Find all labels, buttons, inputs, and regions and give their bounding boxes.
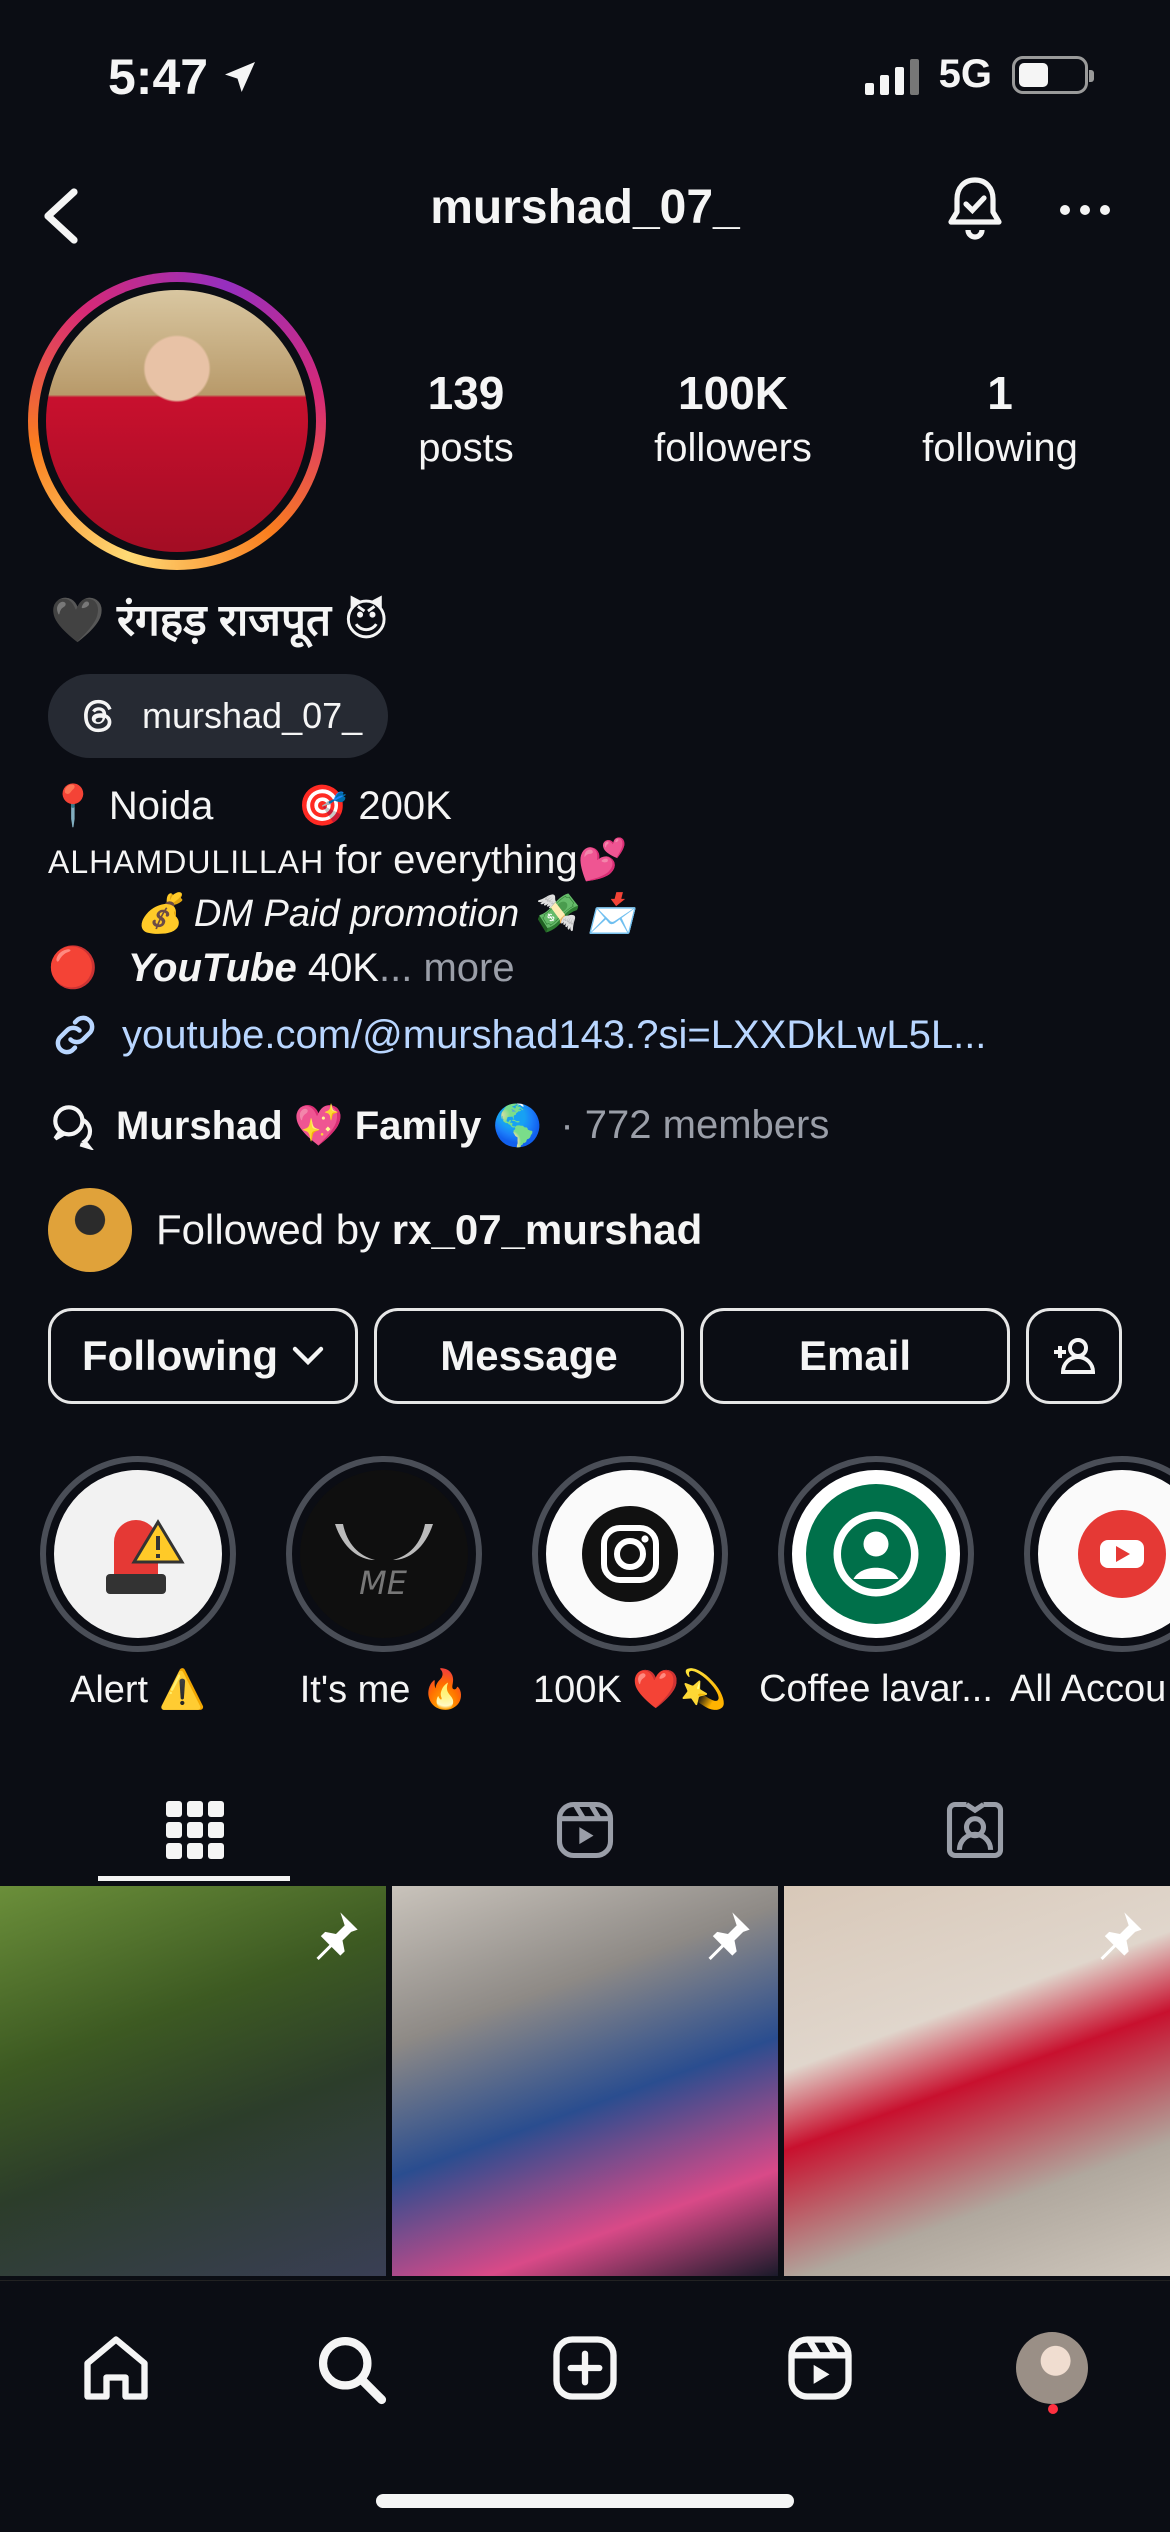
highlight-its-me[interactable]: ME It's me 🔥 [286,1456,482,1711]
network-label: 5G [938,52,992,96]
profile-avatar-small [1016,2332,1088,2404]
bio-caps-text: ALHAMDULILLAH [48,844,325,880]
nav-reels[interactable] [770,2318,870,2418]
chevron-down-icon [292,1346,324,1366]
bio-location-line: 📍 Noida 🎯 200K [48,780,452,832]
suggest-users-button[interactable] [1026,1308,1122,1404]
highlight-alert[interactable]: Alert ⚠️ [40,1456,236,1711]
pin-icon [316,1912,358,1960]
home-icon [84,2336,148,2400]
add-post-icon [553,2336,617,2400]
bell-check-icon [948,177,1002,240]
bio-target: 🎯 200K [297,784,452,828]
following-button[interactable]: Following [48,1308,358,1404]
nav-search[interactable] [300,2318,400,2418]
status-indicators: 5G [864,52,1094,97]
following-count: 1 [987,367,1013,419]
avatar-photo [46,290,308,552]
message-label: Message [440,1332,618,1379]
more-horizontal-icon [1060,205,1110,215]
tagged-person-icon [946,1801,1004,1859]
stat-following[interactable]: 1 following [890,366,1110,471]
message-button[interactable]: Message [374,1308,684,1404]
broadcast-channel[interactable]: Murshad 💖 Family 🌎 · 772 members [48,1100,829,1150]
pin-icon [708,1912,750,1960]
more-link[interactable]: ... more [379,946,515,990]
notifications-button[interactable] [932,166,1018,252]
bio-link[interactable]: youtube.com/@murshad143.?si=LXXDkLwL5L..… [48,1008,986,1062]
notification-dot [1048,2404,1058,2414]
bio-youtube-count: 40K [296,946,379,990]
bio-red-dot: 🔴 [48,946,98,990]
highlight-label: Coffee lavar... [759,1668,993,1710]
bio-location: 📍 Noida [48,784,214,828]
highlight-label: It's me 🔥 [299,1669,469,1711]
email-label: Email [798,1332,912,1379]
status-time: 5:47 [108,48,260,106]
highlight-label: All Accou [1010,1668,1167,1710]
email-button[interactable]: Email [700,1308,1010,1404]
youtube-icon [1038,1470,1170,1638]
nav-create[interactable] [535,2318,635,2418]
followed-by-prefix: Followed by [156,1206,392,1253]
tab-posts-grid[interactable] [0,1780,390,1880]
followers-count: 100K [678,367,788,419]
highlight-all-accounts[interactable]: All Accou [1010,1456,1170,1710]
time-text: 5:47 [108,49,209,105]
highlight-coffee[interactable]: Coffee lavar... [759,1456,993,1710]
reels-icon [556,1801,614,1859]
post-tile[interactable] [392,1886,778,2276]
nav-home[interactable] [66,2318,166,2418]
active-tab-indicator [98,1876,290,1881]
highlight-label: Alert ⚠️ [69,1669,206,1711]
devil-me-icon: ME [300,1470,468,1638]
add-person-icon [1054,1338,1096,1374]
highlight-label: 100K ❤️💫 [533,1669,727,1711]
following-label: Following [82,1332,278,1379]
nav-profile[interactable] [1002,2318,1102,2418]
bio-youtube: YouTube [127,946,297,990]
stat-followers[interactable]: 100K followers [623,366,843,471]
threads-icon [84,699,112,733]
instagram-splash-icon [546,1470,714,1638]
post-tile[interactable] [784,1886,1170,2276]
display-name: 🖤 रंगहड़ राजपूत 😈 [50,596,390,645]
followed-by[interactable]: Followed by rx_07_murshad [48,1188,702,1272]
starbucks-logo-icon [792,1470,960,1638]
grid-icon [166,1801,224,1859]
search-icon [318,2336,387,2405]
battery-icon [1012,55,1094,94]
following-label: following [922,426,1078,470]
bio-text: for everything💕 [324,838,628,882]
bio-youtube-line: 🔴 YouTube 40K... more [48,942,515,994]
channel-members: · 772 members [560,1102,830,1147]
followers-label: followers [654,426,812,470]
link-icon [55,1015,95,1055]
posts-label: posts [418,426,514,470]
posts-count: 139 [427,367,505,419]
followed-by-user: rx_07_murshad [391,1206,703,1253]
channel-chat-icon [53,1105,94,1150]
signal-icon [864,55,919,95]
stat-posts[interactable]: 139 posts [356,366,576,471]
follower-avatar [48,1188,132,1272]
post-tile[interactable] [0,1886,386,2276]
threads-handle: murshad_07_ [142,695,363,736]
bio-promo-line: 💰 DM Paid promotion 💸 📩 [136,893,635,935]
tab-reels[interactable] [390,1780,780,1880]
highlight-100k[interactable]: 100K ❤️💫 [532,1456,728,1711]
bio-line: ALHAMDULILLAH for everything💕 [48,834,627,888]
pin-icon [1100,1912,1142,1960]
svg-text:ME: ME [359,1564,408,1602]
channel-name: Murshad 💖 Family 🌎 [116,1103,543,1148]
home-indicator[interactable] [376,2494,794,2508]
tab-tagged[interactable] [780,1780,1170,1880]
reels-icon [788,2336,852,2400]
threads-badge[interactable]: murshad_07_ [48,674,389,758]
siren-icon [54,1470,222,1638]
profile-avatar[interactable] [28,272,326,570]
link-text[interactable]: youtube.com/@murshad143.?si=LXXDkLwL5L..… [122,1013,986,1058]
location-arrow-icon [225,62,256,92]
more-options-button[interactable] [1042,170,1128,250]
